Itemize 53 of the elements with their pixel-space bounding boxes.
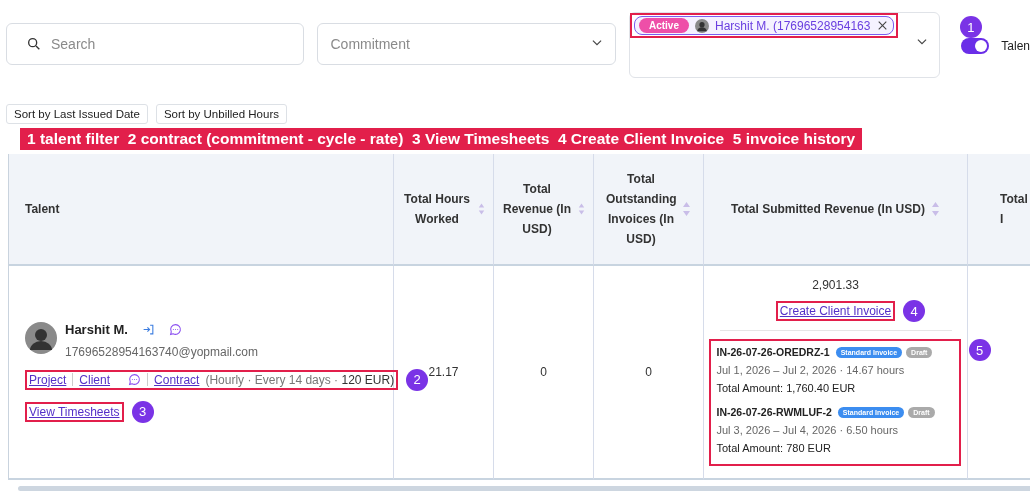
sort-button[interactable]: Sort by Unbilled Hours [155, 104, 287, 124]
chip-label: Harshit M. (17696528954163 [715, 18, 871, 33]
sort-icon [682, 201, 691, 217]
legend-banner: 1 talent filter 2 contract (commitment - cycle - rate) 3 View Timesheets 4 Create Client Invoice 5 invoice history [20, 128, 863, 150]
create-invoice-link[interactable]: Create Client Invoice [779, 304, 892, 318]
commitment-dropdown[interactable]: Commitment [317, 23, 616, 65]
avatar-icon [695, 18, 709, 33]
search-icon [26, 36, 42, 52]
search-field[interactable]: Search [6, 23, 305, 65]
sort-button[interactable]: Sort by Last Issued Date [6, 104, 148, 124]
column-header[interactable]: Total Revenue (In USD) [494, 154, 594, 266]
callout-badge: 3 [131, 400, 154, 423]
sort-icon [478, 201, 485, 217]
invoice-period: Jul 3, 2026 – Jul 4, 2026 · 6.50 hours [716, 424, 900, 436]
header-label: Total I [1000, 191, 1029, 228]
invoice-amount: Total Amount: 780 EUR [716, 442, 832, 454]
invoice-period: Jul 1, 2026 – Jul 2, 2026 · 14.67 hours [716, 364, 906, 376]
callout-badge: 4 [903, 300, 926, 322]
toggle-label: Talen [1001, 39, 1030, 53]
callout-badge: 2 [406, 368, 429, 391]
header-label: Total Revenue (In USD) [502, 181, 572, 238]
client-link[interactable]: Client [79, 372, 111, 387]
callout-badge: 5 [968, 339, 991, 361]
table-cell: 0 [594, 266, 704, 480]
submitted-total: 2,901.33 [812, 278, 859, 292]
callout-badge: 1 [959, 16, 982, 38]
project-link[interactable]: Project [29, 372, 67, 387]
column-header[interactable]: Total Hours Worked [394, 154, 494, 266]
sort-icon [578, 201, 585, 217]
login-icon [141, 322, 155, 336]
invoice-amount: Total Amount: 1,760.40 EUR [716, 382, 857, 394]
header-label: Talent [25, 201, 60, 218]
status-badge: Active [638, 18, 689, 33]
chat-icon[interactable] [168, 322, 182, 336]
header-label: Total Outstanding Invoices (In USD) [606, 171, 676, 248]
header-label: Total Submitted Revenue (In USD) [731, 201, 925, 218]
column-header[interactable]: Total Submitted Revenue (In USD) [704, 154, 968, 266]
table-cell: 0 [494, 266, 594, 480]
invoice-number: IN-26-07-26-OREDRZ-1 [716, 346, 830, 358]
sort-icon [930, 201, 940, 217]
avatar-icon [25, 321, 57, 354]
invoice-number: IN-26-07-26-RWMLUF-2 [716, 406, 832, 418]
scrollbar[interactable] [18, 486, 1030, 491]
timesheets-link[interactable]: View Timesheets [29, 404, 120, 419]
talent-chip[interactable]: Active Harshit M. (17696528954163 [633, 16, 895, 35]
contract-link[interactable]: Contract [154, 372, 200, 387]
column-header[interactable]: Total Outstanding Invoices (In USD) [594, 154, 704, 266]
toggle-switch[interactable] [961, 38, 990, 54]
talent-email: 17696528954163740@yopmail.com [65, 344, 258, 359]
talent-name: Harshit M. [65, 321, 128, 337]
chat-icon[interactable] [128, 373, 142, 386]
header-label: Total Hours Worked [403, 191, 471, 228]
contract-terms: (Hourly · Every 14 days · 120 EUR) [205, 372, 395, 387]
